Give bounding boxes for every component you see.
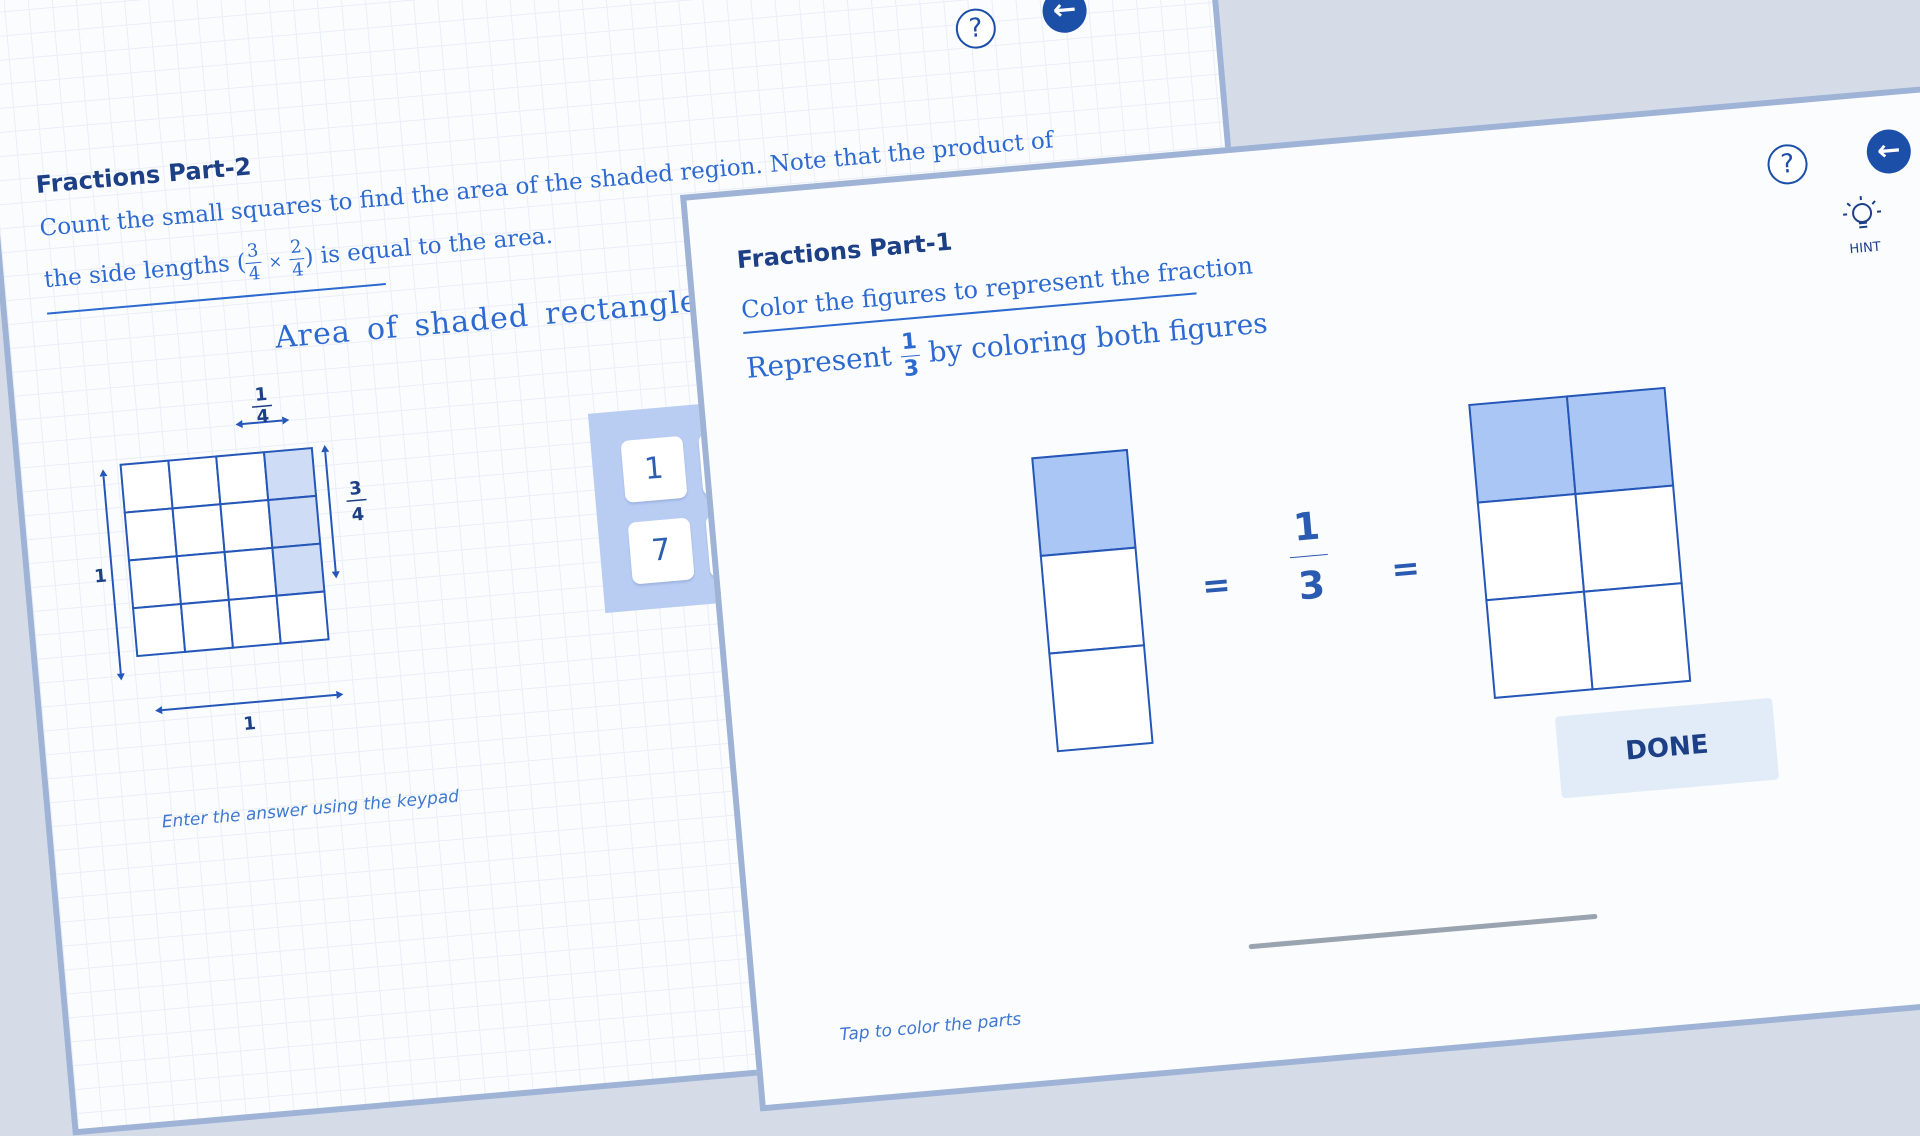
grid-cell (220, 500, 272, 552)
bottom-label: 1 (242, 713, 256, 735)
page-title: Fractions Part-2 (35, 152, 253, 199)
back-arrow-icon[interactable]: ← (1865, 128, 1913, 176)
left-label: 1 (93, 565, 107, 587)
grid-cell (268, 496, 320, 548)
fraction-numerator: 1 (898, 331, 919, 358)
fraction-numerator: 1 (1286, 506, 1329, 558)
grid-cell (168, 456, 220, 508)
grid-cell (272, 544, 324, 596)
done-button[interactable]: DONE (1555, 698, 1779, 799)
grid-cell (121, 461, 173, 513)
grid-cell (229, 596, 281, 648)
fraction-numerator: 2 (287, 238, 304, 260)
back-arrow-icon[interactable]: ← (1041, 0, 1089, 35)
instruction-text-b: ) is equal to the area. (303, 223, 553, 271)
represent-text-a: Represent (745, 339, 893, 385)
page-title: Fractions Part-1 (736, 228, 954, 275)
top-label-numerator: 1 (254, 384, 268, 406)
help-icon[interactable]: ? (954, 7, 997, 50)
right-dimension-arrow (325, 452, 335, 572)
fractions-part1-panel: ? ← HINT Fractions Part-1 Color the figu… (680, 80, 1920, 1112)
figure-part[interactable] (1041, 548, 1144, 654)
right-label-denominator: 4 (351, 504, 365, 526)
top-label-denominator: 4 (256, 406, 270, 428)
keypad-key-1[interactable]: 1 (620, 436, 687, 503)
hint-label: HINT (1835, 238, 1896, 258)
bottom-dimension-arrow (162, 695, 336, 710)
times-symbol: × (268, 251, 283, 271)
instruction-text-a: the side lengths ( (43, 250, 247, 294)
fraction-denominator: 3 (1290, 555, 1332, 606)
fraction-denominator: 4 (246, 263, 263, 284)
grid-cell (225, 548, 277, 600)
grid-cell (277, 592, 329, 644)
grid-cell (173, 504, 225, 556)
figure-two-column[interactable] (1467, 386, 1692, 702)
hint-button[interactable]: HINT (1830, 191, 1895, 259)
center-fraction: 1 3 (1286, 506, 1333, 606)
keypad-footnote: Enter the answer using the keypad (161, 787, 460, 833)
equals-sign: = (1200, 565, 1232, 607)
equals-sign-2: = (1390, 548, 1422, 590)
grid-cell (125, 508, 177, 560)
grid-cell (129, 556, 181, 608)
area-grid-diagram: 1 4 3 4 1 1 (75, 370, 435, 757)
figure-one-column[interactable] (1030, 448, 1156, 756)
represent-fraction: 13 (898, 331, 922, 381)
figure-part[interactable] (1049, 645, 1152, 751)
fraction-three-quarters: 34 (244, 242, 263, 284)
figure-part[interactable] (1584, 583, 1690, 689)
figure-part[interactable] (1486, 592, 1592, 698)
represent-text-b: by coloring both figures (927, 306, 1269, 369)
figure-part[interactable] (1575, 486, 1681, 592)
figure-part[interactable] (1567, 388, 1673, 494)
figure-part[interactable] (1469, 396, 1575, 502)
grid-cell (264, 448, 316, 500)
fraction-numerator: 3 (244, 242, 261, 264)
color-footnote: Tap to color the parts (839, 1009, 1022, 1045)
figure-part[interactable] (1032, 450, 1135, 556)
lightbulb-icon (1838, 191, 1886, 239)
grid-cell (133, 604, 185, 656)
grid-cell (181, 600, 233, 652)
grid-cell (177, 552, 229, 604)
scrollbar[interactable] (1248, 914, 1597, 949)
help-icon[interactable]: ? (1766, 143, 1809, 186)
right-label-numerator: 3 (348, 478, 362, 500)
keypad-key-7[interactable]: 7 (628, 517, 695, 584)
fraction-denominator: 3 (901, 356, 922, 382)
grid-cell (216, 452, 268, 504)
area-prompt: Area of shaded rectangle = (274, 280, 743, 356)
figure-part[interactable] (1478, 494, 1584, 600)
